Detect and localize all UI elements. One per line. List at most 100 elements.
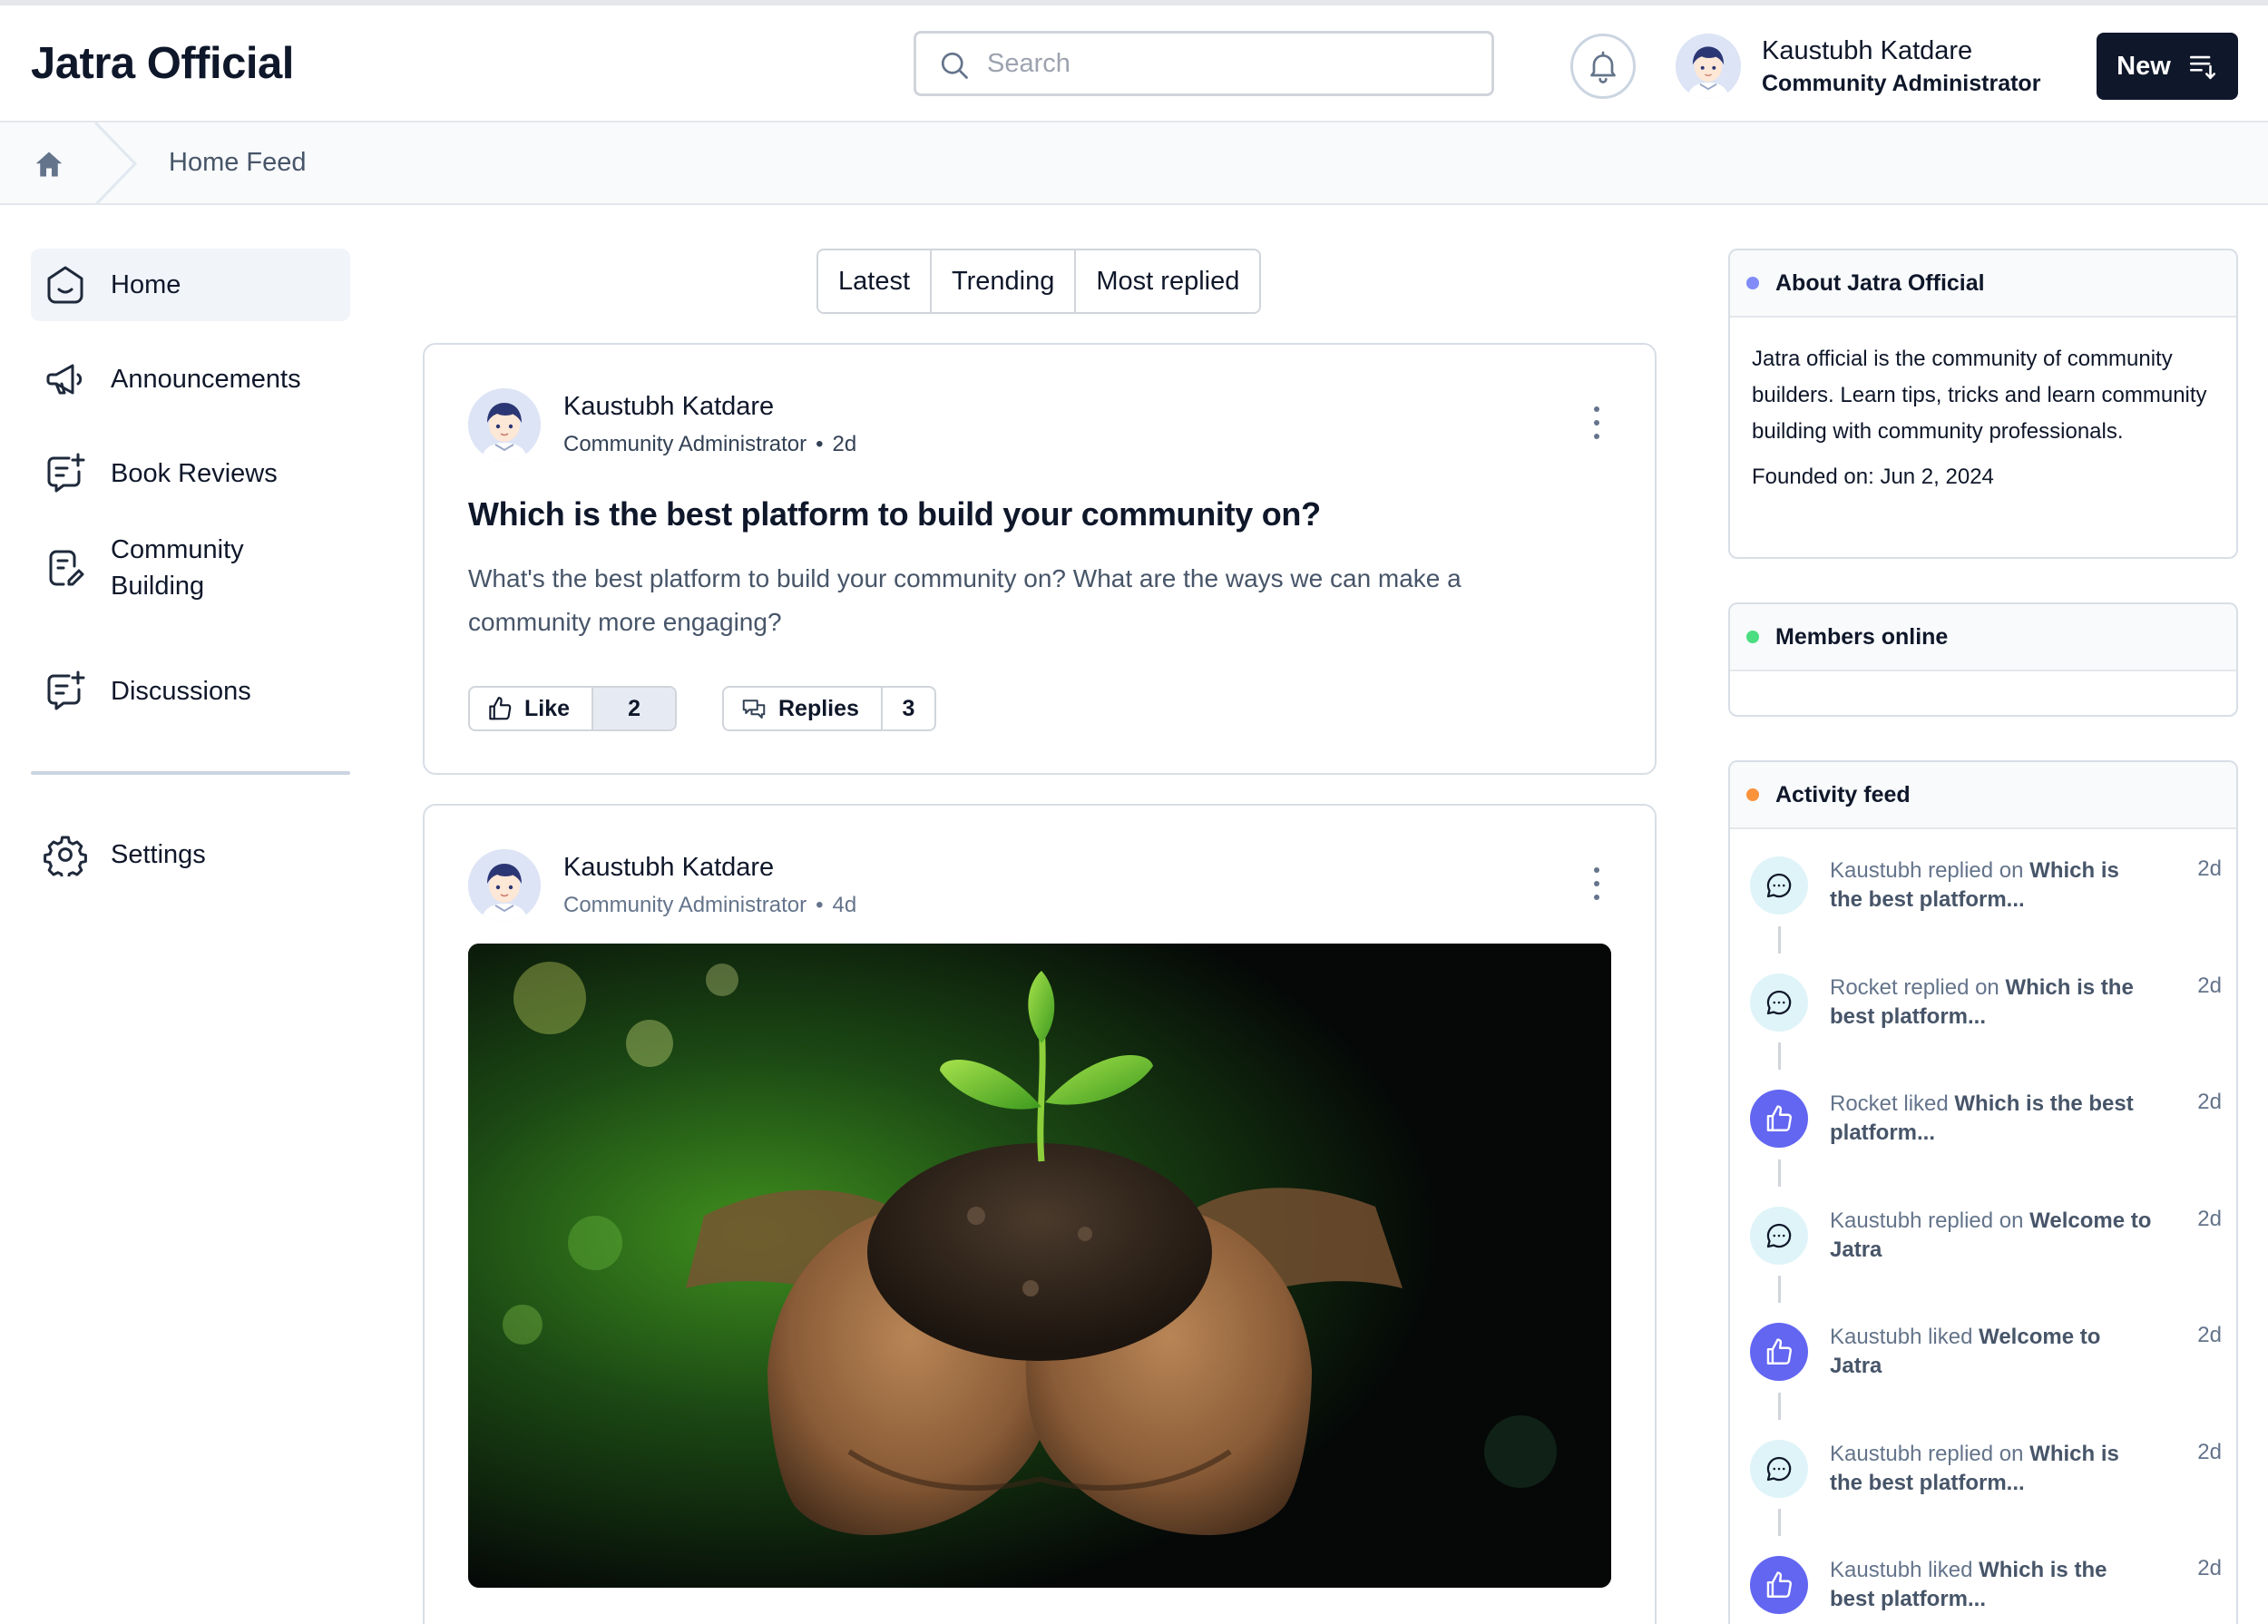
post-time: 4d: [832, 893, 857, 917]
post-author-role: Community Administrator: [563, 432, 807, 456]
timeline-connector: [1778, 1392, 1781, 1420]
breadcrumb: Home Feed: [0, 122, 2268, 205]
activity-item[interactable]: Kaustubh liked Which is the best platfor…: [1750, 1549, 2222, 1624]
user-name: Kaustubh Katdare: [1762, 36, 1973, 65]
timeline-connector: [1778, 1042, 1781, 1070]
search-box[interactable]: [914, 31, 1494, 96]
home-icon[interactable]: [33, 148, 65, 181]
activity-action: Kaustubh liked: [1830, 1558, 1980, 1582]
activity-text: Kaustubh liked Welcome to Jatra: [1830, 1323, 2156, 1381]
activity-time: 2d: [2197, 973, 2222, 998]
activity-text: Rocket replied on Which is the best plat…: [1830, 973, 2156, 1032]
activity-item[interactable]: Kaustubh liked Welcome to Jatra 2d: [1750, 1316, 2222, 1397]
thumbs-up-icon: [489, 697, 512, 720]
chat-plus-icon: [47, 670, 85, 710]
thumbs-up-icon: [1750, 1323, 1808, 1381]
about-founded: Founded on: Jun 2, 2024: [1752, 465, 1994, 489]
activity-time: 2d: [2197, 1439, 2222, 1464]
post-card[interactable]: Kaustubh Katdare Community Administrator…: [423, 804, 1657, 1624]
post-card[interactable]: Kaustubh Katdare Community Administrator…: [423, 343, 1657, 775]
meta-separator: •: [816, 432, 824, 456]
activity-action: Rocket liked: [1830, 1091, 1955, 1116]
timeline-connector: [1778, 1159, 1781, 1187]
post-title[interactable]: Which is the best platform to build your…: [468, 495, 1321, 533]
chat-bubble-icon: [1750, 973, 1808, 1032]
chat-plus-icon: [47, 453, 85, 493]
replies-label: Replies: [778, 695, 859, 721]
sidebar-item-label: Discussions: [111, 677, 251, 706]
online-dot: [1746, 631, 1759, 643]
app-title[interactable]: Jatra Official: [31, 38, 294, 89]
post-meta: Community Administrator • 2d: [563, 432, 856, 457]
sidebar-item-label: Book Reviews: [111, 459, 278, 488]
post-author-name[interactable]: Kaustubh Katdare: [563, 392, 774, 422]
tab-latest[interactable]: Latest: [818, 250, 932, 312]
activity-text: Kaustubh replied on Which is the best pl…: [1830, 856, 2156, 915]
replies-count: 3: [902, 695, 915, 721]
members-online-panel: Members online: [1728, 602, 2238, 717]
post-menu-button[interactable]: [1593, 867, 1600, 900]
activity-text: Kaustubh liked Which is the best platfor…: [1830, 1556, 2156, 1614]
sidebar-item-settings[interactable]: Settings: [31, 818, 350, 891]
notifications-button[interactable]: [1570, 34, 1636, 99]
sidebar-item-label: Community Building: [111, 535, 244, 601]
activity-time: 2d: [2197, 856, 2222, 881]
user-avatar[interactable]: [1676, 34, 1741, 99]
members-panel-header: Members online: [1730, 604, 2236, 671]
post-author-role: Community Administrator: [563, 893, 807, 917]
timeline-connector: [1778, 1509, 1781, 1536]
gear-icon: [44, 836, 87, 876]
user-role: Community Administrator: [1762, 71, 2041, 96]
activity-time: 2d: [2197, 1556, 2222, 1580]
like-label: Like: [524, 695, 571, 721]
about-description: Jatra official is the community of commu…: [1752, 347, 2207, 444]
activity-feed-panel: Activity feed Kaustubh replied on Which …: [1728, 760, 2238, 1624]
post-author-avatar[interactable]: [468, 388, 541, 461]
activity-item[interactable]: Kaustubh replied on Which is the best pl…: [1750, 849, 2222, 931]
tab-trending[interactable]: Trending: [932, 250, 1077, 312]
activity-action: Kaustubh replied on: [1830, 858, 2030, 883]
sidebar-item-label: Settings: [111, 840, 206, 869]
activity-text: Rocket liked Which is the best platform.…: [1830, 1090, 2156, 1148]
activity-item[interactable]: Kaustubh replied on Welcome to Jatra 2d: [1750, 1199, 2222, 1281]
post-author-name[interactable]: Kaustubh Katdare: [563, 853, 774, 883]
about-panel: About Jatra Official Jatra official is t…: [1728, 249, 2238, 559]
search-input[interactable]: [987, 41, 1459, 86]
activity-item[interactable]: Rocket liked Which is the best platform.…: [1750, 1082, 2222, 1164]
top-header: Jatra Official Kaustubh Katdare Communit…: [0, 5, 2268, 122]
activity-text: Kaustubh replied on Welcome to Jatra: [1830, 1207, 2156, 1265]
members-title: Members online: [1775, 623, 1949, 650]
activity-item[interactable]: Rocket replied on Which is the best plat…: [1750, 966, 2222, 1048]
breadcrumb-current[interactable]: Home Feed: [169, 148, 307, 178]
chat-bubble-icon: [1750, 1439, 1808, 1498]
sidebar-item-home[interactable]: Home: [31, 249, 350, 321]
sidebar-item-book-reviews[interactable]: Book Reviews: [31, 437, 350, 510]
search-icon: [941, 52, 968, 79]
sidebar-item-label: Home: [111, 270, 181, 299]
new-post-button[interactable]: New: [2097, 33, 2238, 100]
list-add-icon: [2189, 55, 2215, 80]
post-menu-button[interactable]: [1593, 406, 1600, 439]
hands-holding-seedling-photo[interactable]: [468, 944, 1611, 1588]
post-author-avatar[interactable]: [468, 849, 541, 922]
tab-most-replied[interactable]: Most replied: [1076, 250, 1259, 312]
activity-dot: [1746, 788, 1759, 801]
activity-text: Kaustubh replied on Which is the best pl…: [1830, 1440, 2156, 1498]
like-button[interactable]: Like 2: [468, 686, 677, 731]
thumbs-up-icon: [1750, 1090, 1808, 1148]
like-count: 2: [593, 688, 675, 729]
timeline-connector: [1778, 925, 1781, 954]
avatar-illustration: [468, 388, 541, 461]
activity-item[interactable]: Kaustubh replied on Which is the best pl…: [1750, 1433, 2222, 1514]
thumbs-up-icon: [1750, 1556, 1808, 1614]
sidebar-item-community-building[interactable]: Community Building: [31, 523, 350, 613]
sidebar-item-discussions[interactable]: Discussions: [31, 655, 350, 728]
activity-action: Rocket replied on: [1830, 974, 2006, 1000]
chat-bubbles-icon: [742, 699, 766, 719]
home-icon: [47, 266, 83, 304]
activity-time: 2d: [2197, 1206, 2222, 1231]
replies-button[interactable]: Replies 3: [722, 686, 936, 731]
sidebar-item-announcements[interactable]: Announcements: [31, 343, 350, 416]
note-edit-icon: [49, 550, 84, 586]
activity-action: Kaustubh replied on: [1830, 1208, 2030, 1233]
